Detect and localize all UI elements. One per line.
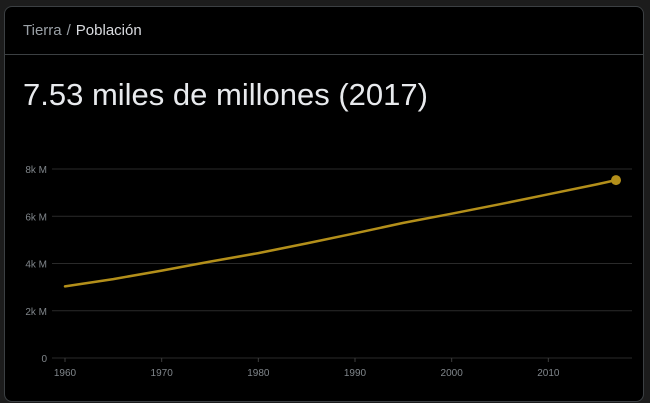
x-tick-label: 2000	[441, 368, 464, 379]
x-tick-label: 1960	[54, 368, 77, 379]
y-tick-label: 0	[41, 354, 47, 365]
population-line-chart[interactable]: 0 2k M 4k M 6k M 8k M 1960 1970 1980 1990 2000 201…	[0, 0, 650, 403]
x-tick-label: 1990	[344, 368, 367, 379]
x-tick-label: 2010	[537, 368, 560, 379]
y-tick-label: 4k M	[25, 260, 47, 271]
y-tick-label: 2k M	[25, 307, 47, 318]
population-series-line	[63, 178, 618, 288]
y-tick-label: 6k M	[25, 212, 47, 223]
x-tick-label: 1980	[247, 368, 270, 379]
x-tick-label: 1970	[151, 368, 174, 379]
latest-value-marker	[611, 175, 621, 186]
y-tick-label: 8k M	[25, 165, 47, 176]
